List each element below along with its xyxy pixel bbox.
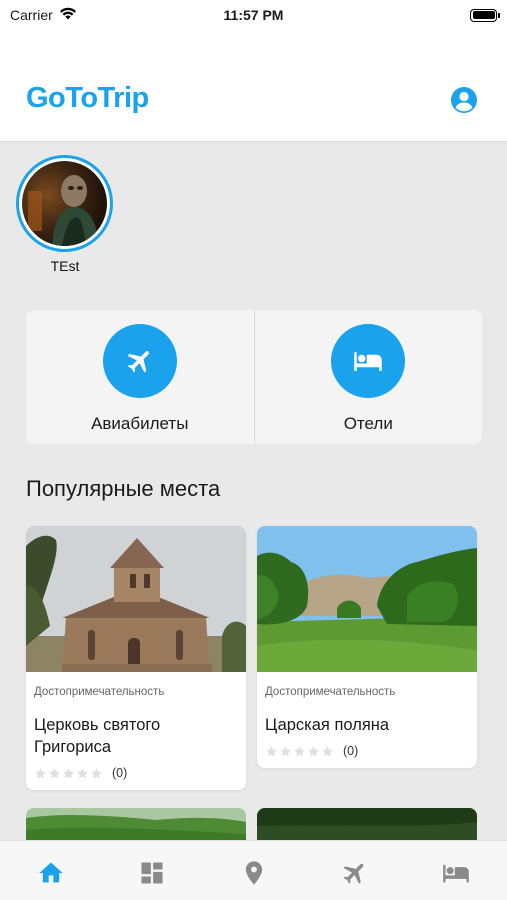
place-card[interactable]: Достопримечательность Церковь святого Гр… bbox=[26, 526, 246, 790]
place-name: Царская поляна bbox=[265, 716, 390, 734]
rating-row: (0) bbox=[34, 766, 238, 780]
star-icon bbox=[49, 767, 60, 778]
category-hotels[interactable]: Отели bbox=[255, 310, 483, 444]
battery-icon bbox=[470, 8, 500, 22]
hotel-bed-icon bbox=[443, 864, 470, 883]
battery-level bbox=[472, 11, 495, 19]
app-title: GoToTrip bbox=[26, 82, 149, 114]
category-flights[interactable]: Авиабилеты bbox=[26, 310, 254, 444]
rating-row: (0) bbox=[265, 744, 469, 758]
airplane-icon bbox=[343, 863, 364, 884]
rating-count: (0) bbox=[343, 744, 359, 758]
airplane-icon bbox=[127, 351, 149, 373]
app-header: GoToTrip bbox=[0, 30, 507, 142]
category-flights-circle bbox=[102, 324, 177, 398]
rating-count: (0) bbox=[112, 766, 128, 780]
star-icon bbox=[91, 767, 102, 778]
star-icon bbox=[266, 745, 277, 756]
rating-stars bbox=[34, 767, 103, 780]
place-category: Достопримечательность bbox=[34, 686, 165, 698]
star-icon bbox=[308, 745, 319, 756]
category-hotels-circle bbox=[331, 324, 406, 398]
tab-hotels[interactable] bbox=[406, 841, 507, 900]
place-category: Достопримечательность bbox=[265, 686, 396, 698]
category-hotels-label: Отели bbox=[343, 414, 393, 433]
status-bar: Carrier 11:57 PM bbox=[0, 0, 507, 30]
category-card: Авиабилеты Отели bbox=[26, 310, 482, 444]
carrier-label: Carrier bbox=[10, 7, 53, 23]
dashboard-icon bbox=[141, 862, 163, 884]
place-photo-meadow bbox=[257, 526, 477, 672]
tab-dashboard[interactable] bbox=[101, 841, 202, 900]
account-circle-icon[interactable] bbox=[450, 86, 478, 114]
story-avatar-ring bbox=[16, 155, 113, 252]
rating-stars bbox=[265, 745, 334, 758]
tab-home[interactable] bbox=[0, 841, 101, 900]
popular-section-title: Популярные места bbox=[26, 476, 221, 501]
wifi-icon bbox=[59, 7, 77, 23]
place-card[interactable]: Достопримечательность Царская поляна (0) bbox=[257, 526, 477, 768]
story-item[interactable]: TEst bbox=[16, 155, 114, 274]
place-photo-church bbox=[26, 526, 246, 672]
star-icon bbox=[322, 745, 333, 756]
place-card-body: Достопримечательность Церковь святого Гр… bbox=[26, 672, 246, 790]
location-pin-icon bbox=[245, 861, 262, 885]
star-icon bbox=[63, 767, 74, 778]
status-left: Carrier bbox=[10, 7, 77, 23]
category-flights-label: Авиабилеты bbox=[91, 414, 189, 433]
hotel-bed-icon bbox=[354, 352, 382, 371]
home-icon bbox=[39, 862, 63, 883]
star-icon bbox=[280, 745, 291, 756]
place-card-body: Достопримечательность Царская поляна (0) bbox=[257, 672, 477, 768]
star-icon bbox=[294, 745, 305, 756]
tab-bar bbox=[0, 840, 507, 900]
tab-places[interactable] bbox=[203, 841, 304, 900]
story-avatar-photo bbox=[22, 161, 107, 246]
star-icon bbox=[35, 767, 46, 778]
star-icon bbox=[77, 767, 88, 778]
tab-flights[interactable] bbox=[304, 841, 405, 900]
story-label: TEst bbox=[50, 258, 80, 274]
place-name: Церковь святого Григориса bbox=[34, 716, 161, 756]
